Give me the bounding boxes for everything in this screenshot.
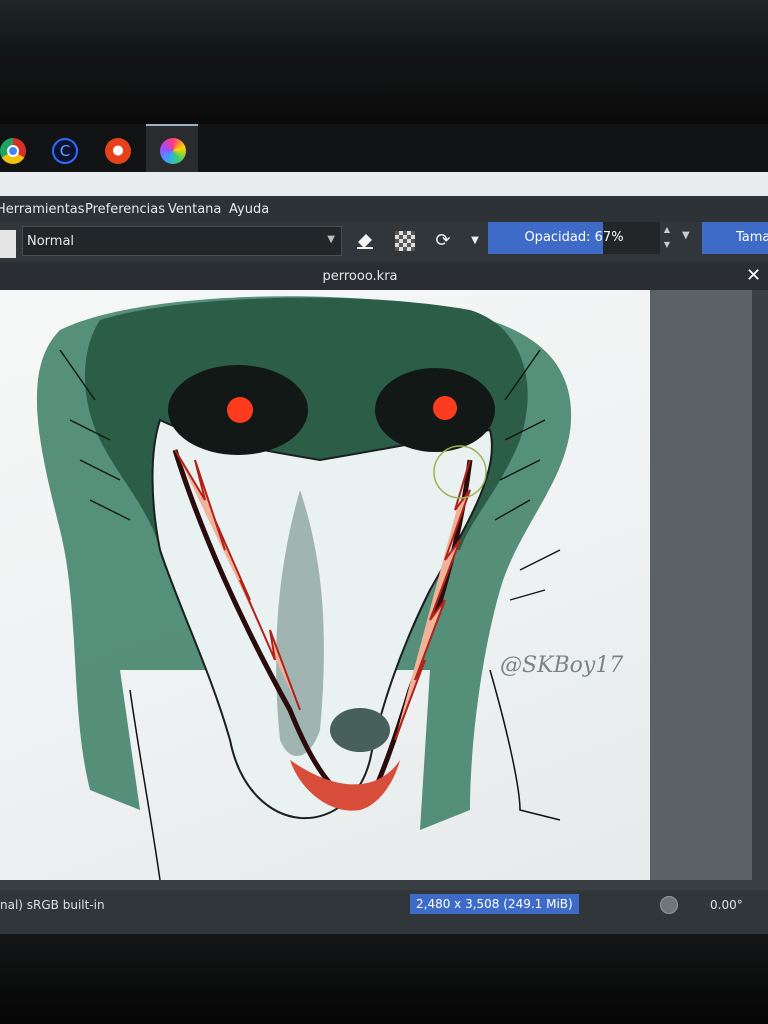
blend-mode-value: Normal xyxy=(27,234,75,249)
monitor-bezel-top xyxy=(0,60,768,124)
canvas-document[interactable]: @SKBoy17 xyxy=(0,290,650,880)
background-wall xyxy=(0,0,768,60)
document-tab[interactable]: perrooo.kra ✕ xyxy=(0,262,768,290)
canvas-area[interactable]: @SKBoy17 xyxy=(0,290,768,892)
close-icon[interactable]: ✕ xyxy=(746,265,761,286)
artist-signature: @SKBoy17 xyxy=(500,653,623,678)
menu-preferences[interactable]: Preferencias xyxy=(85,202,165,217)
reload-preset-icon[interactable]: ⟳ xyxy=(430,228,456,254)
menubar: Herramientas Preferencias Ventana Ayuda xyxy=(0,196,768,222)
rotation-value[interactable]: 0.00° xyxy=(710,898,743,912)
vertical-scrollbar[interactable] xyxy=(752,290,768,890)
window-titlebar xyxy=(0,172,768,196)
opacity-slider[interactable]: Opacidad: 67% xyxy=(488,222,660,254)
chevron-down-icon[interactable]: ▼ xyxy=(462,228,488,254)
blend-mode-select[interactable]: Normal ▼ xyxy=(22,226,342,256)
eraser-icon[interactable] xyxy=(352,228,378,254)
recorder-icon[interactable]: ● xyxy=(105,138,131,164)
size-label: Tama xyxy=(736,230,768,245)
color-profile: nal) sRGB built-in xyxy=(0,898,105,912)
chevron-down-icon: ▼ xyxy=(327,234,335,245)
status-bar: nal) sRGB built-in 2,480 x 3,508 (249.1 … xyxy=(0,890,768,920)
menu-window[interactable]: Ventana xyxy=(168,202,221,217)
size-slider[interactable]: Tama xyxy=(702,222,768,254)
document-title: perrooo.kra xyxy=(322,269,398,284)
monitor-bezel-bottom xyxy=(0,934,768,1024)
brush-preset-swatch[interactable] xyxy=(0,230,16,258)
ccleaner-icon[interactable]: C xyxy=(52,138,78,164)
opacity-label: Opacidad: 67% xyxy=(524,230,624,245)
zoom-icon[interactable] xyxy=(660,896,678,914)
chrome-icon[interactable] xyxy=(0,138,26,164)
krita-window: Herramientas Preferencias Ventana Ayuda … xyxy=(0,172,768,934)
krita-icon[interactable] xyxy=(160,138,186,164)
menu-help[interactable]: Ayuda xyxy=(229,202,269,217)
alpha-lock-icon[interactable] xyxy=(392,228,418,254)
chevron-down-icon[interactable]: ▼ xyxy=(682,230,690,241)
artwork-illustration: @SKBoy17 xyxy=(36,296,623,880)
image-dimensions[interactable]: 2,480 x 3,508 (249.1 MiB) xyxy=(410,894,579,914)
menu-tools[interactable]: Herramientas xyxy=(0,202,85,217)
opacity-spinner[interactable]: ▲ ▼ xyxy=(660,222,674,254)
